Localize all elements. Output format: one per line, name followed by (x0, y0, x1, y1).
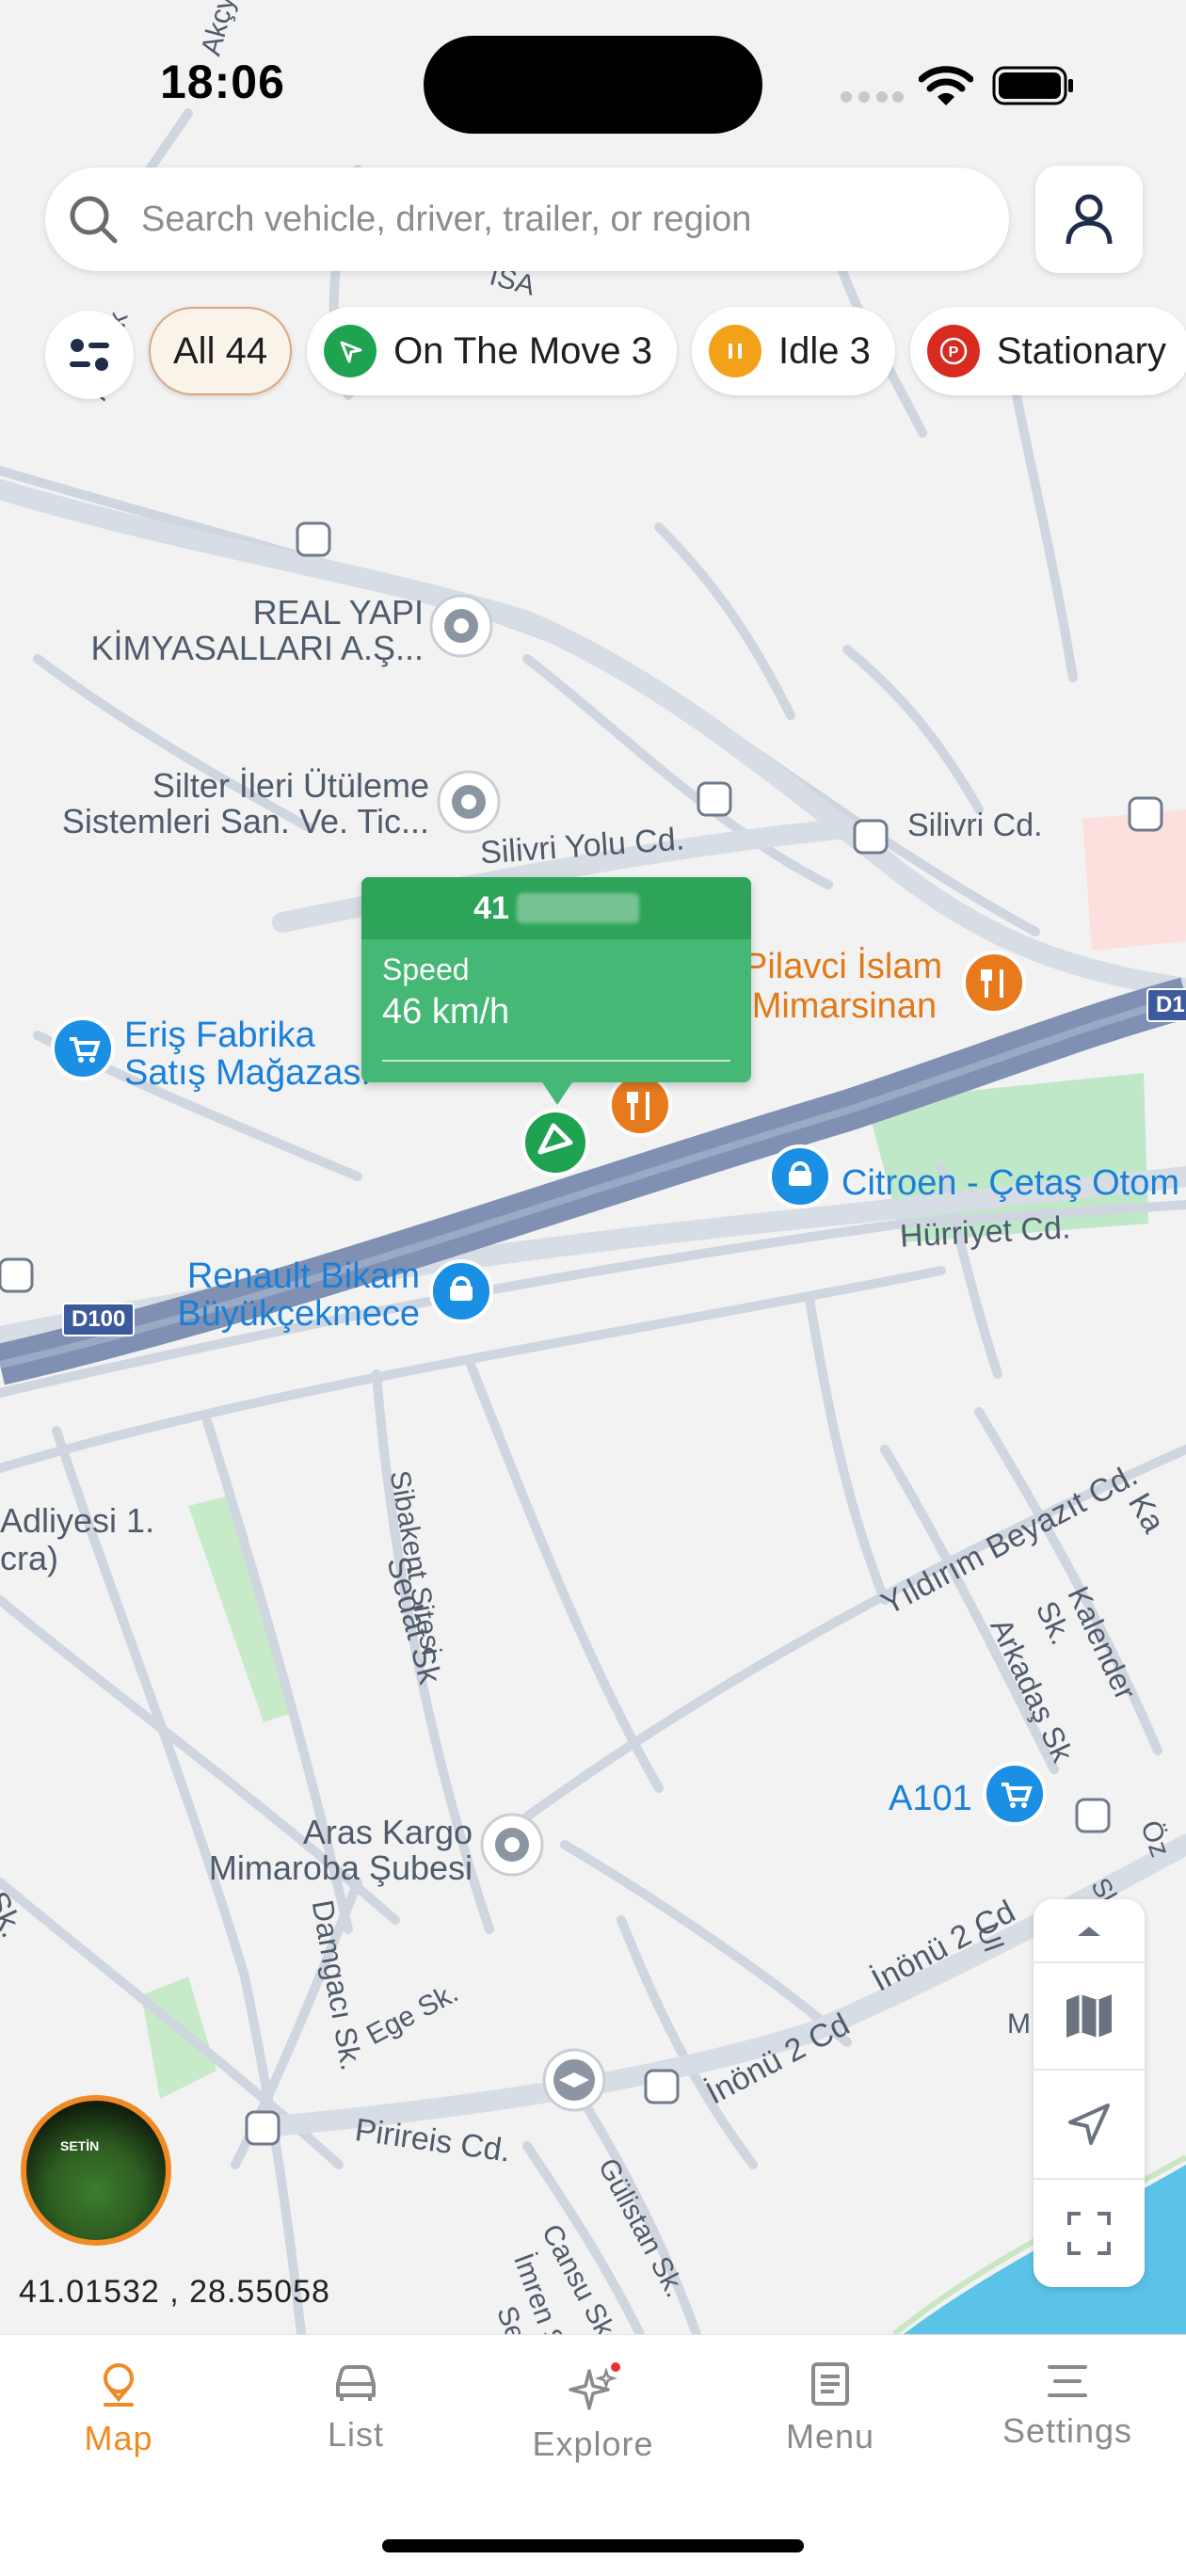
shopping-cart-icon (51, 1016, 115, 1080)
document-icon (811, 2362, 849, 2406)
sliders-icon (70, 339, 109, 371)
chip-label: On The Move 3 (393, 329, 653, 372)
bus-stop-icon (0, 1257, 34, 1293)
tab-label: Map (84, 2419, 153, 2457)
bus-stop-icon (296, 521, 331, 557)
bus-stop-icon (644, 2069, 680, 2104)
school-pin-icon (542, 2048, 606, 2112)
tab-settings[interactable]: Settings (973, 2361, 1162, 2451)
chevron-up-icon (1078, 1927, 1100, 1936)
tab-list[interactable]: List (262, 2361, 450, 2455)
chip-on-the-move[interactable]: On The Move 3 (307, 307, 678, 395)
my-location-button[interactable] (1034, 2071, 1145, 2178)
popup-header: 41 (361, 877, 751, 939)
tab-label: Menu (785, 2417, 875, 2456)
gray-pin-icon (429, 594, 493, 658)
vehicle-plate: 41 (473, 889, 509, 926)
parking-icon: P (926, 325, 980, 377)
shopping-cart-icon (983, 1762, 1047, 1826)
search-icon (70, 196, 118, 244)
menu-lines-icon (1048, 2365, 1087, 2397)
chip-all[interactable]: All 44 (149, 307, 293, 395)
tab-explore[interactable]: Explore (499, 2361, 687, 2464)
collapse-controls-button[interactable] (1034, 1899, 1145, 1961)
tab-label: Settings (1002, 2411, 1133, 2450)
user-icon (1066, 194, 1113, 245)
vehicle-marker-icon (521, 1109, 589, 1176)
gray-pin-icon (480, 1813, 544, 1877)
sparkle-icon (569, 2362, 620, 2410)
chip-stationary[interactable]: P Stationary (909, 307, 1186, 395)
popup-divider (382, 1060, 730, 1062)
bus-stop-icon (1075, 1798, 1111, 1833)
signal-icon (841, 91, 904, 103)
profile-button[interactable] (1035, 166, 1143, 273)
chip-idle[interactable]: Idle 3 (692, 307, 895, 395)
bus-stop-icon (853, 819, 889, 855)
company-logo-avatar[interactable]: SETİN (21, 2095, 171, 2246)
tab-map[interactable]: Map (24, 2361, 213, 2458)
fullscreen-icon (1067, 2212, 1111, 2255)
map-icon (1066, 1994, 1112, 2038)
wifi-icon (919, 66, 973, 105)
location-arrow-icon (1068, 2104, 1110, 2145)
tab-label: List (327, 2415, 385, 2454)
tab-label: Explore (532, 2424, 654, 2463)
car-icon (336, 2365, 376, 2401)
restaurant-icon (608, 1073, 672, 1137)
filter-button[interactable] (45, 311, 134, 399)
tab-menu[interactable]: Menu (736, 2361, 924, 2456)
logo-text: SETİN (60, 2138, 100, 2153)
bus-stop-icon (245, 2110, 280, 2146)
pause-icon (709, 325, 762, 377)
map-layers-button[interactable] (1034, 1963, 1145, 2069)
svg-text:P: P (949, 344, 959, 360)
dynamic-island (424, 36, 762, 134)
speed-label: Speed (382, 952, 470, 986)
search-input[interactable] (139, 198, 971, 241)
restaurant-icon (962, 951, 1026, 1015)
navigation-arrow-icon (324, 325, 377, 377)
battery-icon (992, 66, 1073, 105)
map-controls (1034, 1899, 1145, 2287)
popup-pointer (542, 1082, 572, 1105)
map-pin-icon (104, 2363, 134, 2407)
gray-pin-icon (437, 770, 501, 834)
fullscreen-button[interactable] (1034, 2180, 1145, 2287)
coordinates-readout: 41.01532 , 28.55058 (19, 2274, 330, 2310)
bus-stop-icon (1128, 796, 1163, 832)
home-indicator (382, 2539, 804, 2552)
chip-label: Stationary (996, 329, 1166, 372)
search-bar[interactable] (45, 168, 1009, 271)
speed-value: 46 km/h (382, 992, 510, 1032)
car-dealer-icon (429, 1259, 493, 1323)
bus-stop-icon (697, 781, 732, 817)
status-time: 18:06 (160, 56, 285, 108)
plate-redacted (516, 893, 639, 923)
status-filter-chips: All 44 On The Move 3 Idle 3 P Stationary (149, 307, 1186, 395)
vehicle-info-popup[interactable]: 41 Speed 46 km/h (361, 877, 751, 1105)
car-dealer-icon (768, 1144, 832, 1208)
chip-label: Idle 3 (778, 329, 871, 372)
